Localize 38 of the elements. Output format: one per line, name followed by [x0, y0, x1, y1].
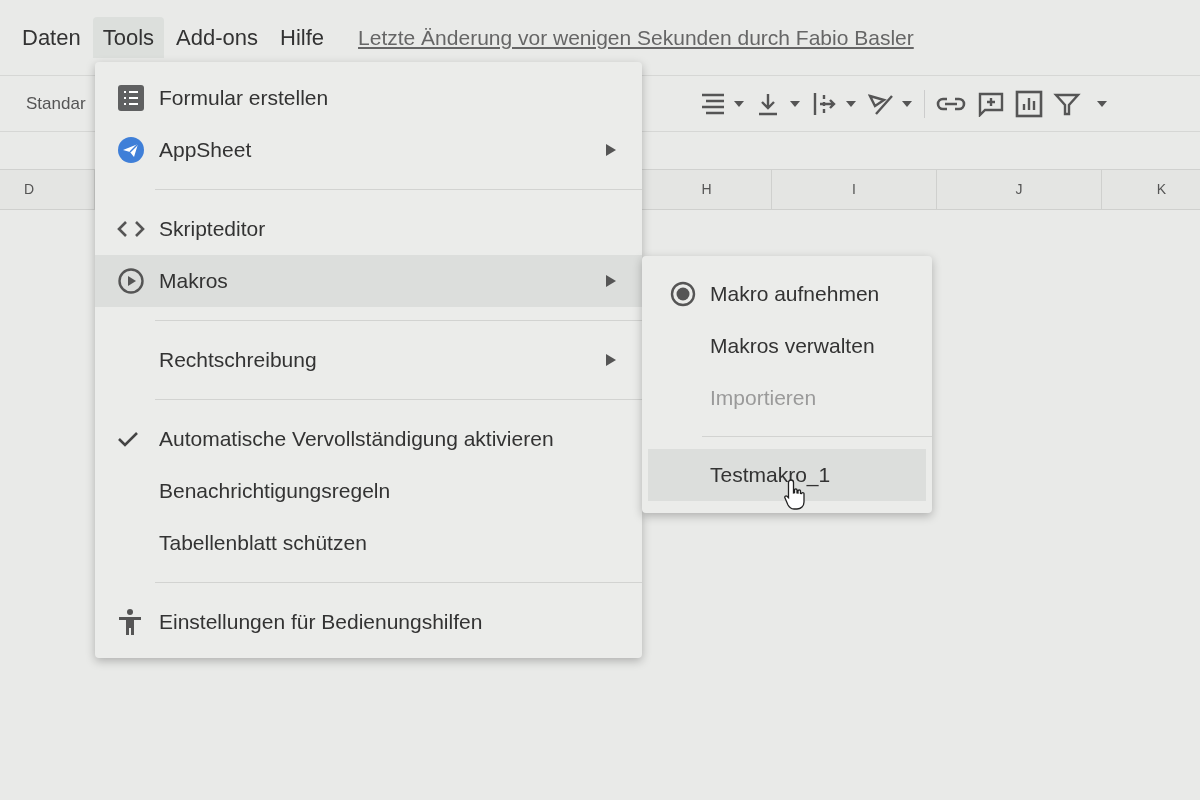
code-icon — [117, 219, 145, 239]
menu-item[interactable]: AppSheet — [95, 124, 642, 176]
font-dropdown[interactable]: Standar — [26, 90, 86, 117]
menu-item[interactable]: Automatische Vervollständigung aktivieren — [95, 413, 642, 465]
menu-item[interactable]: Makro aufnehmen — [648, 268, 926, 320]
form-icon — [117, 84, 145, 112]
menu-item[interactable]: Daten — [12, 17, 91, 58]
vertical-align-icon[interactable] — [756, 91, 802, 116]
menu-item[interactable]: Add-ons — [166, 17, 269, 58]
chart-icon[interactable] — [1015, 89, 1043, 118]
submenu-arrow-icon — [606, 144, 616, 156]
menu-item: Importieren — [709, 385, 818, 412]
menu-item[interactable]: Formular erstellen — [95, 72, 642, 124]
submenu-arrow-icon — [606, 354, 616, 366]
menu-item[interactable]: Tools — [92, 17, 165, 58]
paper-plane-icon — [117, 136, 145, 164]
menu-item[interactable]: Rechtschreibung — [95, 334, 642, 386]
comment-icon[interactable] — [977, 90, 1005, 117]
menu-item[interactable]: Einstellungen für Bedienungshilfen — [95, 596, 642, 648]
column-header: J — [937, 170, 1102, 209]
play-circle-icon — [117, 267, 145, 295]
submenu-arrow-icon — [606, 275, 616, 287]
text-rotate-icon[interactable] — [868, 91, 914, 116]
checkmark-icon — [117, 430, 139, 448]
menu-item[interactable]: Tabellenblatt schützen — [95, 517, 642, 569]
column-header: I — [772, 170, 937, 209]
record-icon — [670, 281, 696, 307]
menu-item[interactable]: Makros verwalten — [648, 320, 926, 372]
accessibility-icon — [117, 608, 143, 636]
menu-item[interactable]: Makros — [95, 255, 642, 307]
menu-item[interactable]: Testmakro_1 — [648, 449, 926, 501]
align-icon[interactable] — [700, 91, 746, 116]
menu-item[interactable]: Skripteditor — [95, 203, 642, 255]
menu-item[interactable]: Benachrichtigungsregeln — [95, 465, 642, 517]
last-edit-link[interactable]: Letzte Änderung vor wenigen Sekunden durch Fabio Basler — [358, 21, 914, 54]
menu-item[interactable]: Hilfe — [270, 17, 335, 58]
column-header: K — [1102, 170, 1200, 209]
text-wrap-icon[interactable] — [812, 91, 858, 116]
